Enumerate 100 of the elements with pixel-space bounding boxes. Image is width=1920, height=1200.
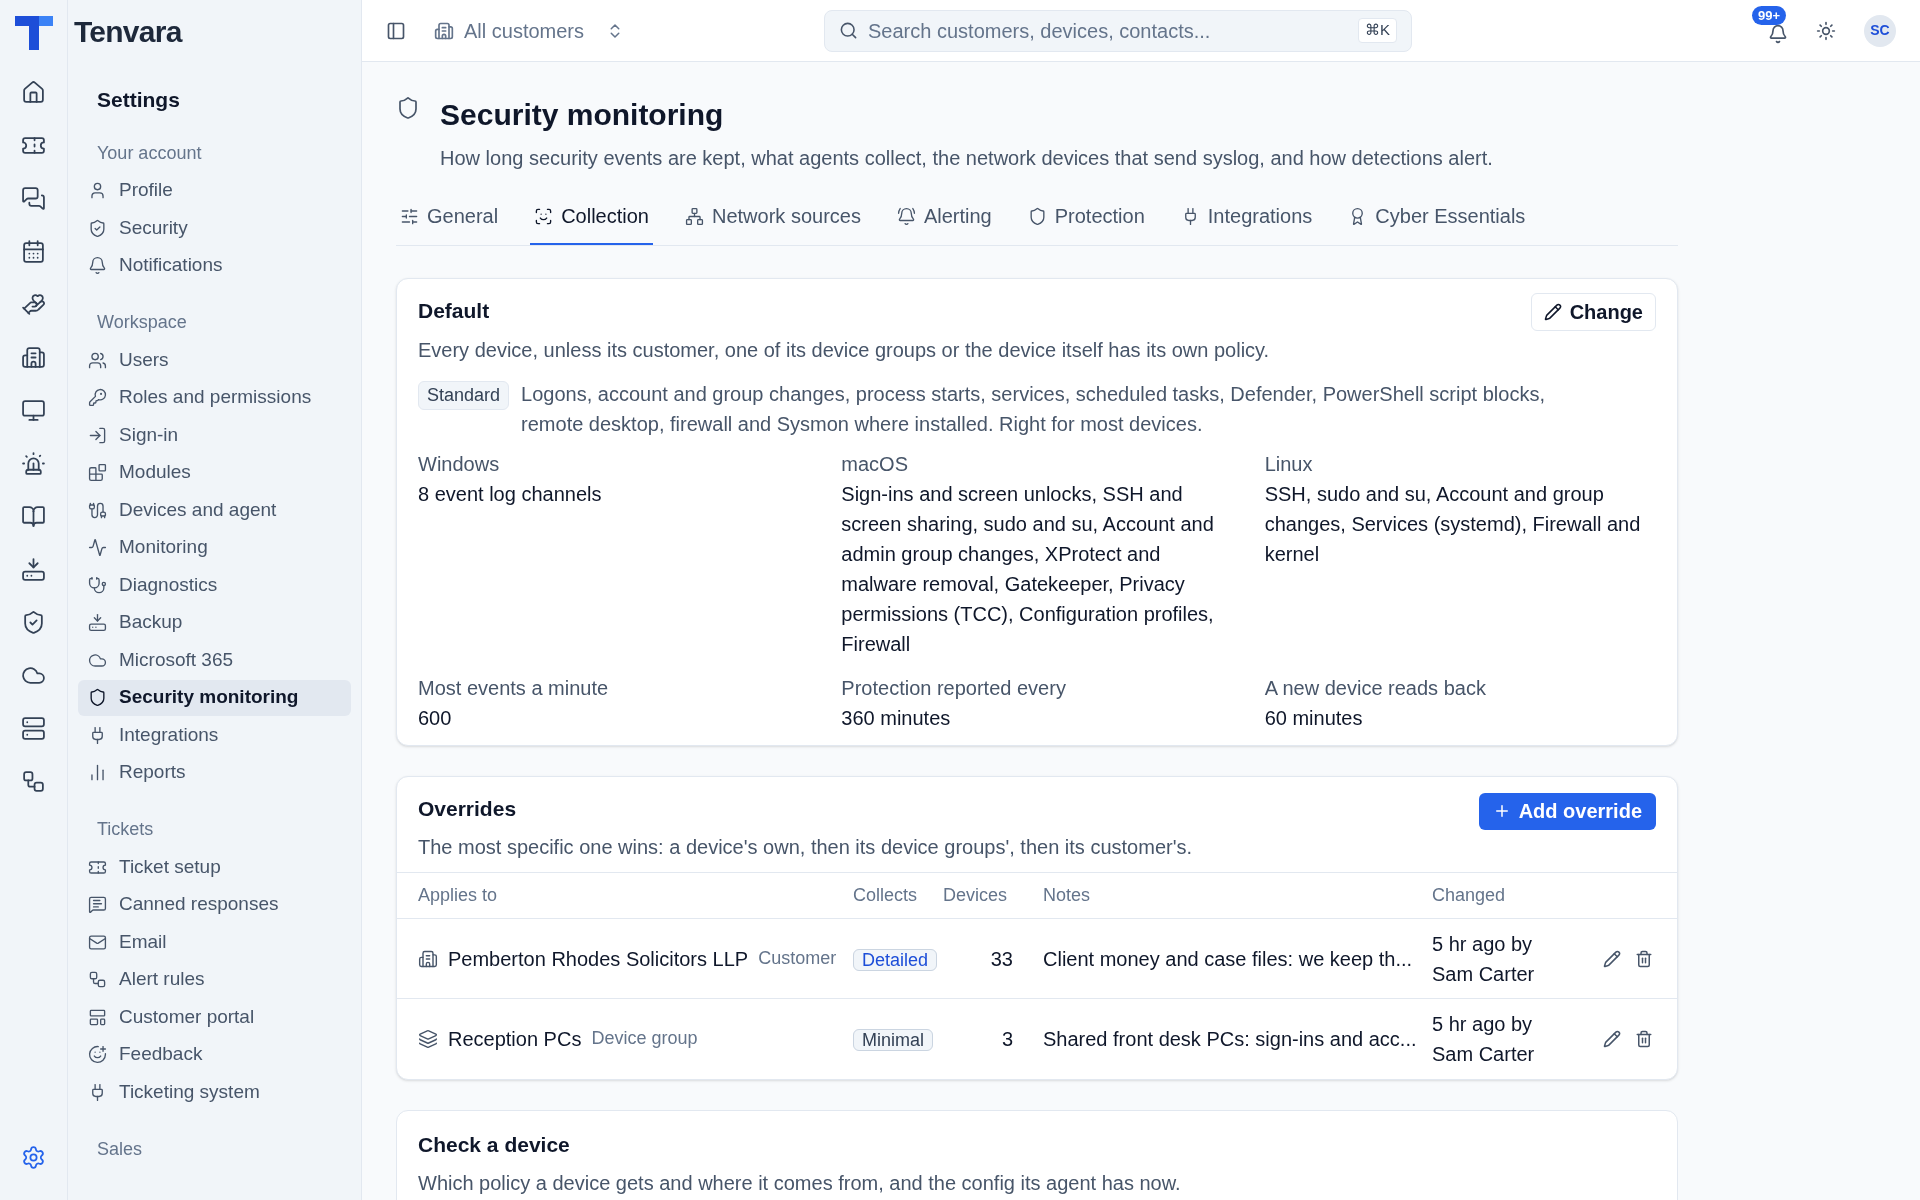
sidebar-item[interactable]: Roles and permissions [78, 379, 351, 416]
card-title: Default [418, 298, 491, 324]
platform-value: SSH, sudo and su, Account and group changes, Services (systemd), Firewall and kernel [1264, 481, 1642, 567]
tab[interactable]: Network sources [681, 201, 865, 245]
sidebar-item[interactable]: Email [78, 924, 351, 960]
building-icon [418, 948, 438, 969]
level-description: Logons, account and group changes, process starts, services, scheduled tasks, Defender, PowerShell script blocks, remote desktop, firewall and Sysmon where installed. Right for most devices. [521, 381, 1546, 437]
sidebar-item[interactable]: Modules [78, 454, 351, 491]
shortcut-key: ⌘K [1358, 18, 1398, 43]
level-badge: Standard [418, 380, 510, 410]
card-description: Every device, unless its customer, one of its device groups or the device itself has its own policy. [418, 337, 1270, 363]
notifications-icon[interactable] [1768, 23, 1788, 44]
platform-value: Sign-ins and screen unlocks, SSH and screen sharing, sudo and su, Account and admin group changes, XProtect and malware removal, Gatekeeper, Privacy permissions (TCC), Configuration profiles, Firewall [841, 481, 1215, 657]
tab[interactable]: Integrations [1176, 201, 1317, 245]
bell-icon [88, 256, 107, 275]
user-icon [88, 181, 107, 200]
sidebar-item[interactable]: Microsoft 365 [78, 642, 351, 678]
sliders-icon [400, 206, 419, 226]
brand-name: Tenvara [74, 13, 182, 50]
stat-value: 600 [418, 705, 453, 731]
edit-icon[interactable] [1603, 949, 1621, 968]
users-icon [88, 350, 107, 370]
shield-check-icon [88, 218, 107, 238]
sidebar-title: Settings [96, 87, 181, 113]
download-drive-icon [88, 613, 107, 632]
sidebar-item[interactable]: Customer portal [78, 999, 351, 1035]
sidebar-item[interactable]: Backup [78, 604, 351, 641]
bar-chart-icon [88, 763, 107, 782]
device-count: 3 [1001, 1027, 1013, 1050]
notes-cell: Client money and case files: we keep th... [1043, 947, 1413, 970]
edit-icon[interactable] [1603, 1029, 1621, 1048]
change-button[interactable]: Change [1530, 293, 1656, 331]
sidebar-item[interactable]: Devices and agent [78, 492, 351, 528]
search-field[interactable]: Search customers, devices, contacts... ⌘K [824, 9, 1413, 52]
stethoscope-icon [88, 575, 107, 595]
page-title: Security monitoring [440, 97, 725, 133]
changed-cell-text: 5 hr ago by Sam Carter [1432, 1011, 1536, 1067]
platform-name: macOS [841, 451, 909, 477]
platform-name: Linux [1264, 451, 1314, 477]
device-count: 33 [990, 947, 1013, 970]
sidebar-item[interactable]: Integrations [78, 717, 351, 753]
section-heading: Tickets [97, 819, 154, 839]
column-header: Devices [943, 885, 1008, 905]
section-heading: Sales [97, 1138, 143, 1159]
shield-icon [1027, 206, 1047, 226]
applies-to-name: Pemberton Rhodes Solicitors LLP [448, 946, 749, 972]
column-header: Notes [1043, 885, 1091, 905]
sidebar-item[interactable]: Notifications [78, 247, 351, 284]
column-header: Collects [853, 885, 918, 905]
cable-icon [88, 500, 107, 520]
sidebar-item[interactable]: Reports [78, 754, 351, 791]
tab[interactable]: General [396, 201, 503, 245]
sidebar-item[interactable]: Profile [78, 172, 351, 209]
tab[interactable]: Collection [530, 201, 653, 245]
search-input[interactable]: Search customers, devices, contacts... [868, 15, 1348, 46]
layout-icon [88, 1007, 107, 1027]
user-avatar[interactable]: SC [1864, 14, 1896, 47]
sidebar-item[interactable]: Ticket setup [78, 849, 351, 885]
pencil-icon [1543, 303, 1562, 321]
sidebar-item[interactable]: Canned responses [78, 886, 351, 923]
sidebar-item[interactable]: Sign-in [78, 417, 351, 453]
tab[interactable]: Alerting [892, 201, 996, 245]
sidebar-item[interactable]: Security [78, 210, 351, 246]
pulse-icon [88, 538, 107, 557]
notification-badge: 99+ [1752, 5, 1787, 25]
delete-icon[interactable] [1635, 949, 1653, 968]
card-description: The most specific one wins: a device's own, then its device groups', then its customer's. [418, 835, 1193, 860]
bell-icon [896, 206, 916, 226]
shield-icon [88, 688, 107, 707]
sidebar-item[interactable]: Diagnostics [78, 567, 351, 603]
tab[interactable]: Cyber Essentials [1344, 201, 1530, 245]
sidebar-item[interactable]: Monitoring [78, 529, 351, 566]
delete-icon[interactable] [1635, 1029, 1653, 1048]
sidebar-toggle-icon[interactable] [386, 20, 406, 41]
tab[interactable]: Protection [1023, 201, 1149, 245]
stat-value: 60 minutes [1264, 705, 1364, 731]
changed-cell-text: 5 hr ago by Sam Carter [1432, 931, 1536, 987]
logo-icon [14, 16, 53, 50]
customer-picker[interactable]: All customers [434, 15, 625, 46]
sidebar-item[interactable]: Ticketing system [78, 1074, 351, 1110]
workflow-icon [88, 970, 107, 989]
platform-name: Windows [418, 451, 501, 477]
sidebar-item[interactable]: Feedback [78, 1036, 351, 1073]
stat-value: 360 minutes [841, 705, 952, 731]
notes-cell: Shared front desk PCs: sign-ins and acc... [1043, 1027, 1417, 1050]
applies-to-type: Customer [758, 947, 837, 970]
column-header: Changed [1432, 885, 1506, 905]
search-icon [839, 21, 859, 40]
smile-icon [88, 1045, 107, 1064]
card-title: Overrides [418, 795, 518, 822]
sidebar-item[interactable]: Users [78, 342, 351, 378]
sidebar-item[interactable]: Security monitoring [78, 679, 351, 716]
add-override-button[interactable]: Add override [1478, 792, 1656, 830]
theme-toggle-icon[interactable] [1816, 20, 1836, 41]
message-icon [88, 895, 107, 914]
column-header: Applies to [418, 885, 498, 905]
stat-label: Most events a minute [418, 675, 610, 701]
section-heading: Your account [97, 142, 202, 163]
sidebar-item[interactable]: Alert rules [78, 961, 351, 998]
platform-value: 8 event log channels [418, 481, 603, 507]
